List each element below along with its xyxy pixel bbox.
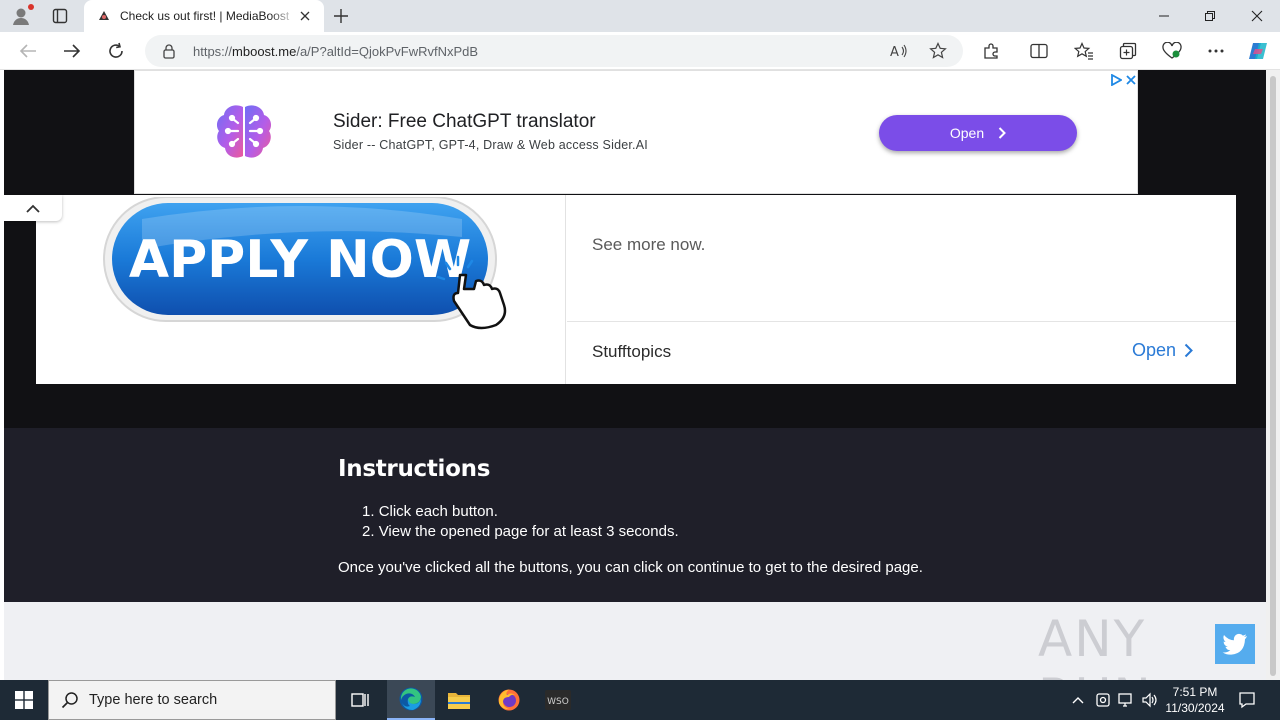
profile-notification-dot [28, 4, 34, 10]
mediaboost-favicon-icon [96, 8, 112, 24]
split-screen-icon[interactable] [1025, 38, 1053, 64]
url-text[interactable]: https://mboost.me/a/P?altId=QjokPvFwRvfN… [193, 44, 478, 59]
ad-open-button[interactable]: Open [879, 115, 1077, 151]
taskbar-search-box[interactable]: Type here to search [48, 680, 336, 720]
apply-now-text: APPLY NOW [129, 230, 471, 290]
extensions-icon[interactable] [977, 38, 1005, 64]
volume-icon[interactable] [1140, 690, 1160, 710]
forward-arrow-icon[interactable] [58, 38, 86, 64]
offer-card-image[interactable]: APPLY NOW [36, 195, 566, 384]
twitter-share-button[interactable] [1215, 624, 1255, 664]
search-icon [61, 692, 78, 709]
see-more-text: See more now. [592, 235, 706, 254]
card-divider [567, 321, 1236, 322]
collections-icon[interactable] [1114, 38, 1142, 64]
instruction-step: 2. View the opened page for at least 3 s… [362, 523, 679, 540]
twitter-bird-icon [1222, 633, 1247, 655]
instructions-section: Instructions 1. Click each button. 2. Vi… [4, 428, 1266, 602]
task-view-icon [351, 693, 369, 707]
adchoices-play-icon[interactable] [1111, 74, 1122, 86]
start-button[interactable] [0, 680, 48, 720]
svg-text:WSO: WSO [547, 697, 569, 707]
browser-essentials-icon[interactable] [1158, 38, 1186, 64]
windows-taskbar: Type here to search WSO 7:51 PM 11/30/20… [0, 680, 1280, 720]
chevron-up-icon [26, 204, 40, 213]
tray-chevron-up-icon[interactable] [1068, 690, 1088, 710]
tab-title: Check us out first! | MediaBoost [120, 9, 290, 23]
scrollbar-thumb[interactable] [1270, 76, 1276, 676]
taskbar-app-wso[interactable]: WSO [534, 680, 582, 720]
page-scrollbar[interactable] [1266, 70, 1280, 680]
browser-tab-active[interactable]: Check us out first! | MediaBoost [84, 0, 324, 32]
url-path: /a/P?altId=QjokPvFwRvfNxPdB [296, 44, 479, 59]
taskbar-file-explorer[interactable] [435, 680, 483, 720]
instructions-title: Instructions [338, 456, 491, 482]
new-tab-button[interactable] [330, 5, 352, 27]
taskbar-firefox[interactable] [485, 680, 533, 720]
page-viewport: Sider: Free ChatGPT translator Sider -- … [4, 70, 1266, 680]
advertiser-name: Stufftopics [592, 342, 672, 361]
browser-titlebar: Check us out first! | MediaBoost [0, 0, 1280, 32]
wso-app-icon: WSO [545, 690, 571, 710]
ad-open-label: Open [949, 125, 985, 141]
lock-icon[interactable] [161, 43, 177, 59]
firefox-icon [498, 689, 520, 711]
windows-logo-icon [15, 691, 33, 709]
edge-browser-icon [399, 687, 423, 711]
page-footer-area: ANY RUN [4, 602, 1266, 680]
notification-center-icon[interactable] [1236, 689, 1258, 711]
read-aloud-icon[interactable]: A [885, 38, 913, 64]
task-view-button[interactable] [336, 680, 384, 720]
offer-card[interactable]: APPLY NOW See more now. Stufftopics Open [36, 195, 1236, 384]
svg-text:A: A [890, 45, 899, 59]
ad-subtitle[interactable]: Sider -- ChatGPT, GPT-4, Draw & Web acce… [333, 138, 648, 152]
ad-choices[interactable] [1111, 73, 1137, 87]
instructions-list: 1. Click each button. 2. View the opened… [362, 502, 679, 542]
address-bar[interactable]: https://mboost.me/a/P?altId=QjokPvFwRvfN… [145, 35, 963, 67]
favorite-star-icon[interactable] [924, 38, 952, 64]
browser-toolbar: https://mboost.me/a/P?altId=QjokPvFwRvfN… [0, 32, 1280, 70]
card-open-link[interactable]: Open [1132, 340, 1193, 361]
ad-banner[interactable]: Sider: Free ChatGPT translator Sider -- … [134, 70, 1138, 194]
ad-title[interactable]: Sider: Free ChatGPT translator [333, 111, 596, 133]
taskbar-search-placeholder: Type here to search [89, 692, 218, 708]
tab-actions-icon[interactable] [48, 5, 72, 27]
minimize-button[interactable] [1141, 0, 1187, 32]
clock-time: 7:51 PM [1172, 685, 1218, 699]
taskbar-clock[interactable]: 7:51 PM 11/30/2024 [1162, 684, 1228, 716]
apply-now-button-image[interactable]: APPLY NOW [102, 197, 516, 335]
network-icon[interactable] [1116, 690, 1136, 710]
taskbar-edge-app[interactable] [387, 680, 435, 720]
clock-date: 11/30/2024 [1165, 701, 1225, 715]
card-open-label: Open [1132, 340, 1177, 360]
ad-close-icon[interactable] [1126, 75, 1136, 85]
url-host: mboost.me [232, 44, 297, 59]
more-options-icon[interactable] [1202, 38, 1230, 64]
tray-meet-icon[interactable] [1093, 690, 1113, 710]
instruction-step: 1. Click each button. [362, 503, 498, 520]
url-prefix: https:// [193, 44, 233, 59]
close-tab-icon[interactable] [296, 7, 314, 25]
chevron-right-icon [1184, 343, 1193, 358]
sider-brain-logo-icon [216, 105, 272, 158]
copilot-icon[interactable] [1244, 38, 1272, 64]
folder-icon [448, 693, 470, 709]
chevron-right-icon [998, 127, 1007, 139]
favorites-icon[interactable] [1070, 38, 1098, 64]
refresh-icon[interactable] [102, 38, 130, 64]
offer-card-details[interactable]: See more now. Stufftopics Open [567, 195, 1236, 384]
instructions-note: Once you've clicked all the buttons, you… [338, 559, 923, 576]
restore-button[interactable] [1187, 0, 1233, 32]
collapse-ad-button[interactable] [4, 195, 62, 221]
back-arrow-icon[interactable] [14, 38, 42, 64]
close-window-button[interactable] [1234, 0, 1280, 32]
